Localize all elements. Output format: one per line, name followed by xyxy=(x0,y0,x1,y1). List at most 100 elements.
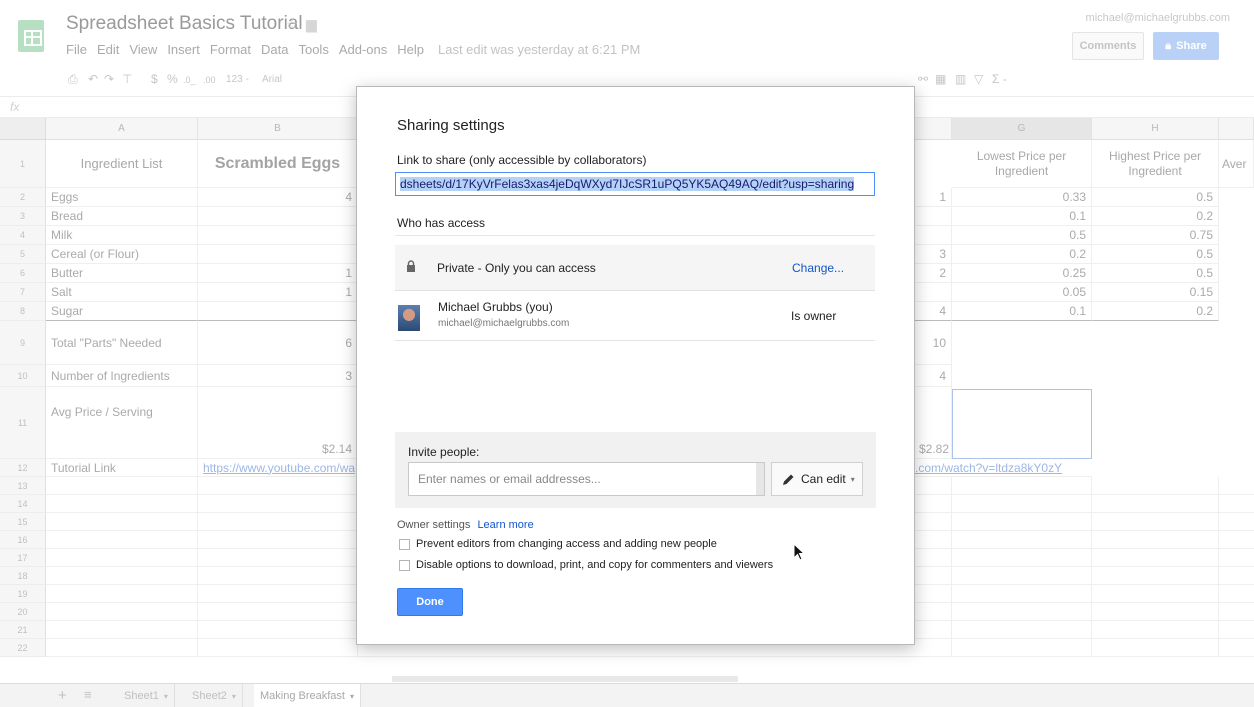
row-header[interactable]: 5 xyxy=(0,245,46,264)
menu-data[interactable]: Data xyxy=(261,42,288,57)
cell-lowest-price-header[interactable]: Lowest Price per Ingredient xyxy=(952,140,1092,188)
cell-value[interactable]: 0.15 xyxy=(1092,283,1219,302)
cell-highest-price-header[interactable]: Highest Price per Ingredient xyxy=(1092,140,1219,188)
sheets-logo-icon[interactable] xyxy=(18,20,44,52)
filter-icon[interactable]: ▽ xyxy=(974,72,983,86)
star-icon[interactable]: ☆ xyxy=(286,16,299,33)
row-header[interactable]: 10 xyxy=(0,365,46,387)
row-header[interactable]: 4 xyxy=(0,226,46,245)
print-icon[interactable]: ⎙ xyxy=(68,72,78,87)
cell-value[interactable] xyxy=(198,302,358,321)
folder-icon[interactable]: ▆ xyxy=(306,16,317,33)
row-header[interactable]: 22 xyxy=(0,639,46,657)
cell-scrambled-eggs-header[interactable]: Scrambled Eggs xyxy=(198,140,358,188)
cell-avg-price-label[interactable]: Avg Price / Serving xyxy=(46,387,198,459)
cell-value[interactable]: 0.5 xyxy=(952,226,1092,245)
cell-ingredient[interactable]: Sugar xyxy=(46,302,198,321)
menu-format[interactable]: Format xyxy=(210,42,251,57)
sheet-tab-sheet1[interactable]: Sheet1 ▾ xyxy=(118,684,175,707)
cell-tutorial-link[interactable]: .com/watch?v=ltdza8kY0zY xyxy=(915,459,1092,477)
column-header-i[interactable] xyxy=(1219,118,1254,140)
cell-value[interactable] xyxy=(198,207,358,226)
cell-value[interactable] xyxy=(198,245,358,264)
selected-cell[interactable] xyxy=(952,389,1092,459)
row-header[interactable]: 8 xyxy=(0,302,46,321)
cell-ingredient[interactable]: Salt xyxy=(46,283,198,302)
cell-total-parts-value[interactable]: 6 xyxy=(198,321,358,365)
cell-value[interactable]: 0.2 xyxy=(1092,207,1219,226)
cell-total-parts-label[interactable]: Total "Parts" Needed xyxy=(46,321,198,365)
cell-value[interactable]: 0.1 xyxy=(952,302,1092,321)
undo-icon[interactable]: ↶ xyxy=(88,72,98,86)
menu-insert[interactable]: Insert xyxy=(167,42,200,57)
cell-value[interactable]: 4 xyxy=(915,302,952,321)
cell-num-ingredients-value[interactable]: 4 xyxy=(915,365,952,387)
menu-tools[interactable]: Tools xyxy=(298,42,328,57)
chevron-down-icon[interactable]: ▾ xyxy=(350,692,354,701)
option-prevent-editors[interactable]: Prevent editors from changing access and… xyxy=(399,538,717,550)
share-button[interactable]: 🔒︎ Share xyxy=(1153,32,1219,60)
cell-num-ingredients-label[interactable]: Number of Ingredients xyxy=(46,365,198,387)
learn-more-link[interactable]: Learn more xyxy=(477,519,533,531)
cell-value[interactable]: 0.1 xyxy=(952,207,1092,226)
menu-edit[interactable]: Edit xyxy=(97,42,119,57)
row-header[interactable]: 1 xyxy=(0,140,46,188)
functions-button[interactable]: Σ - xyxy=(992,72,1007,86)
add-sheet-button[interactable]: + xyxy=(58,687,67,704)
cell-ingredient[interactable]: Cereal (or Flour) xyxy=(46,245,198,264)
font-family-dropdown[interactable]: Arial xyxy=(262,74,282,85)
percent-format-button[interactable]: % xyxy=(167,72,178,86)
invite-input-scrollbar[interactable] xyxy=(756,463,764,495)
cell-value[interactable]: 0.25 xyxy=(952,264,1092,283)
horizontal-scrollbar[interactable] xyxy=(392,676,738,682)
share-link-field[interactable]: dsheets/d/17KyVrFelas3xas4jeDqWXyd7IJcSR… xyxy=(395,172,875,196)
row-header[interactable]: 18 xyxy=(0,567,46,585)
row-header[interactable]: 16 xyxy=(0,531,46,549)
cell-ingredient-list-header[interactable]: Ingredient List xyxy=(46,140,198,188)
cell-value[interactable] xyxy=(198,226,358,245)
cell-value[interactable]: 3 xyxy=(915,245,952,264)
cell-total-parts-value[interactable]: 10 xyxy=(915,321,952,365)
sheet-tab-sheet2[interactable]: Sheet2 ▾ xyxy=(186,684,243,707)
menu-view[interactable]: View xyxy=(129,42,157,57)
row-header[interactable]: 9 xyxy=(0,321,46,365)
cell-ingredient[interactable]: Milk xyxy=(46,226,198,245)
cell-value[interactable]: 2 xyxy=(915,264,952,283)
comments-button[interactable]: Comments xyxy=(1072,32,1144,60)
change-access-link[interactable]: Change... xyxy=(792,261,844,275)
cell-value[interactable]: 4 xyxy=(198,188,358,207)
user-email[interactable]: michael@michaelgrubbs.com xyxy=(1086,12,1230,24)
cell-value[interactable]: 0.5 xyxy=(1092,245,1219,264)
cell-value[interactable]: 0.05 xyxy=(952,283,1092,302)
insert-link-icon[interactable]: ⚯ xyxy=(918,72,928,86)
insert-chart-icon[interactable]: ▥ xyxy=(955,72,966,86)
column-header-f[interactable] xyxy=(915,118,952,140)
cell-value[interactable]: 1 xyxy=(198,283,358,302)
row-header[interactable]: 12 xyxy=(0,459,46,477)
row-header[interactable]: 15 xyxy=(0,513,46,531)
invite-people-input[interactable]: Enter names or email addresses... xyxy=(408,462,765,496)
row-header[interactable]: 13 xyxy=(0,477,46,495)
cell-avg-price-value[interactable]: $2.14 xyxy=(198,387,358,459)
number-format-dropdown[interactable]: 123 - xyxy=(226,74,249,85)
cell-value[interactable]: 0.5 xyxy=(1092,188,1219,207)
menu-file[interactable]: File xyxy=(66,42,87,57)
row-header[interactable]: 11 xyxy=(0,387,46,459)
cell-value[interactable] xyxy=(915,207,952,226)
cell-average-header[interactable]: Aver xyxy=(1219,140,1254,188)
row-header[interactable]: 2 xyxy=(0,188,46,207)
menu-help[interactable]: Help xyxy=(397,42,424,57)
cell-value[interactable]: 1 xyxy=(915,188,952,207)
cell-tutorial-link[interactable]: https://www.youtube.com/wa xyxy=(198,459,358,477)
cell-ingredient[interactable]: Bread xyxy=(46,207,198,226)
cell-value[interactable]: 0.33 xyxy=(952,188,1092,207)
cell-value[interactable]: 0.2 xyxy=(952,245,1092,264)
row-header[interactable]: 14 xyxy=(0,495,46,513)
increase-decimal-button[interactable]: .00 xyxy=(203,75,216,85)
cell-value[interactable]: 0.75 xyxy=(1092,226,1219,245)
done-button[interactable]: Done xyxy=(397,588,463,616)
insert-comment-icon[interactable]: ▦ xyxy=(935,72,946,86)
document-title[interactable]: Spreadsheet Basics Tutorial xyxy=(66,13,303,35)
cell-value[interactable]: 0.2 xyxy=(1092,302,1219,321)
row-header[interactable]: 7 xyxy=(0,283,46,302)
